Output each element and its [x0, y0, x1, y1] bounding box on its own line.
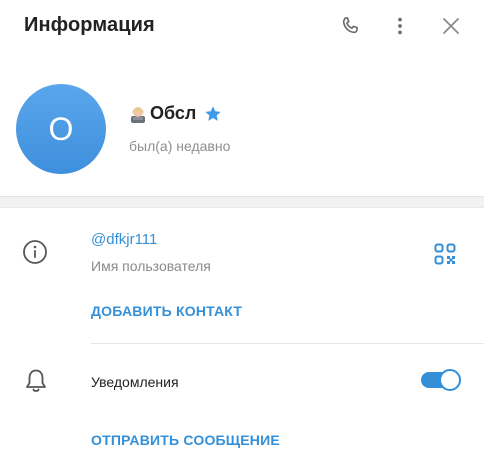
person-emoji-icon [131, 106, 145, 123]
more-options-button[interactable] [386, 12, 414, 40]
profile-section: О Обсл был(а) недавно [0, 56, 484, 196]
section-divider [0, 196, 484, 208]
add-contact-button[interactable]: ДОБАВИТЬ КОНТАКТ [91, 303, 242, 319]
info-icon [23, 240, 47, 264]
toggle-knob [439, 369, 461, 391]
call-button[interactable] [336, 12, 364, 40]
profile-name-row: Обсл [128, 103, 222, 124]
page-title: Информация [24, 14, 155, 36]
notifications-label: Уведомления [91, 374, 179, 390]
username-link[interactable]: @dfkjr111 [91, 231, 157, 248]
profile-name: Обсл [150, 103, 197, 123]
divider-line [91, 343, 484, 344]
header: Информация [0, 0, 484, 56]
avatar[interactable]: О [16, 84, 106, 174]
send-message-button[interactable]: ОТПРАВИТЬ СООБЩЕНИЕ [91, 432, 280, 448]
last-seen-status: был(а) недавно [129, 138, 231, 154]
premium-star-icon[interactable] [204, 105, 222, 123]
avatar-letter: О [48, 110, 74, 147]
notifications-toggle[interactable] [421, 368, 461, 392]
phone-icon [342, 17, 358, 34]
qr-code-icon[interactable] [434, 243, 456, 265]
username-caption: Имя пользователя [91, 258, 211, 274]
more-vertical-icon [398, 17, 402, 35]
bell-icon [26, 369, 46, 392]
close-icon [443, 18, 459, 34]
close-button[interactable] [437, 12, 465, 40]
